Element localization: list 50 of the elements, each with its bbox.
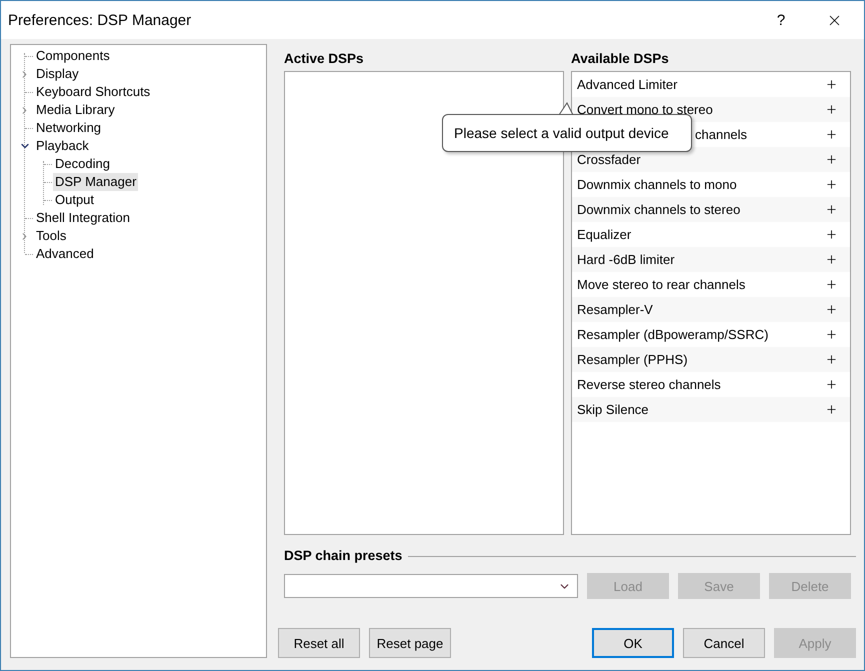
plus-icon[interactable] — [825, 153, 838, 166]
dsp-name: Downmix channels to mono — [577, 177, 738, 192]
tree-item[interactable]: Components — [34, 47, 112, 65]
plus-icon[interactable] — [825, 203, 838, 216]
tree-item[interactable]: Networking — [34, 119, 104, 137]
tree-item[interactable]: Output — [53, 191, 96, 209]
plus-icon[interactable] — [825, 303, 838, 316]
dialog-button[interactable]: Reset all — [278, 628, 360, 658]
plus-icon[interactable] — [825, 353, 838, 366]
tree-item[interactable]: Keyboard Shortcuts — [34, 83, 152, 101]
plus-icon[interactable] — [825, 328, 838, 341]
section-heading: Active DSPs — [284, 50, 365, 68]
tree-item[interactable]: Tools — [34, 227, 68, 245]
dialog-button[interactable]: OK — [592, 628, 674, 658]
dsp-name: Advanced Limiter — [577, 77, 678, 92]
tree-item[interactable]: Decoding — [53, 155, 112, 173]
dialog-button[interactable]: Reset page — [369, 628, 451, 658]
tree-item[interactable]: DSP Manager — [53, 173, 138, 191]
dsp-name: channels — [695, 127, 748, 142]
window-title: Preferences: DSP Manager — [8, 12, 192, 28]
plus-icon[interactable] — [825, 178, 838, 191]
plus-icon[interactable] — [825, 103, 838, 116]
plus-icon[interactable] — [825, 253, 838, 266]
plus-icon[interactable] — [825, 128, 838, 141]
dsp-name: Resampler (dBpoweramp/SSRC) — [577, 327, 770, 342]
plus-icon[interactable] — [825, 378, 838, 391]
dsp-name: Skip Silence — [577, 402, 650, 417]
help-button[interactable]: ? — [758, 1, 804, 39]
section-heading: DSP chain presets — [284, 548, 402, 563]
dsp-name: Resampler (PPHS) — [577, 352, 689, 367]
plus-icon[interactable] — [825, 403, 838, 416]
plus-icon[interactable] — [825, 278, 838, 291]
dsp-name: Downmix channels to stereo — [577, 202, 742, 217]
plus-icon[interactable] — [825, 78, 838, 91]
section-heading: Available DSPs — [571, 50, 670, 68]
dsp-name: Move stereo to rear channels — [577, 277, 746, 292]
tooltip: Please select a valid output device — [442, 114, 692, 152]
dsp-name: Crossfader — [577, 152, 642, 167]
tree-item[interactable]: Playback — [34, 137, 91, 155]
tree-item[interactable]: Media Library — [34, 101, 117, 119]
plus-icon[interactable] — [825, 228, 838, 241]
dsp-name: Hard -6dB limiter — [577, 252, 676, 267]
dialog-button[interactable]: Cancel — [683, 628, 765, 658]
dsp-name: Resampler-V — [577, 302, 654, 317]
dsp-name: Convert mono to stereo — [577, 102, 714, 117]
tree-item[interactable]: Display — [34, 65, 81, 83]
dsp-name: Reverse stereo channels — [577, 377, 722, 392]
tree-item[interactable]: Shell Integration — [34, 209, 132, 227]
tree-item[interactable]: Advanced — [34, 245, 96, 263]
dsp-name: Equalizer — [577, 227, 632, 242]
